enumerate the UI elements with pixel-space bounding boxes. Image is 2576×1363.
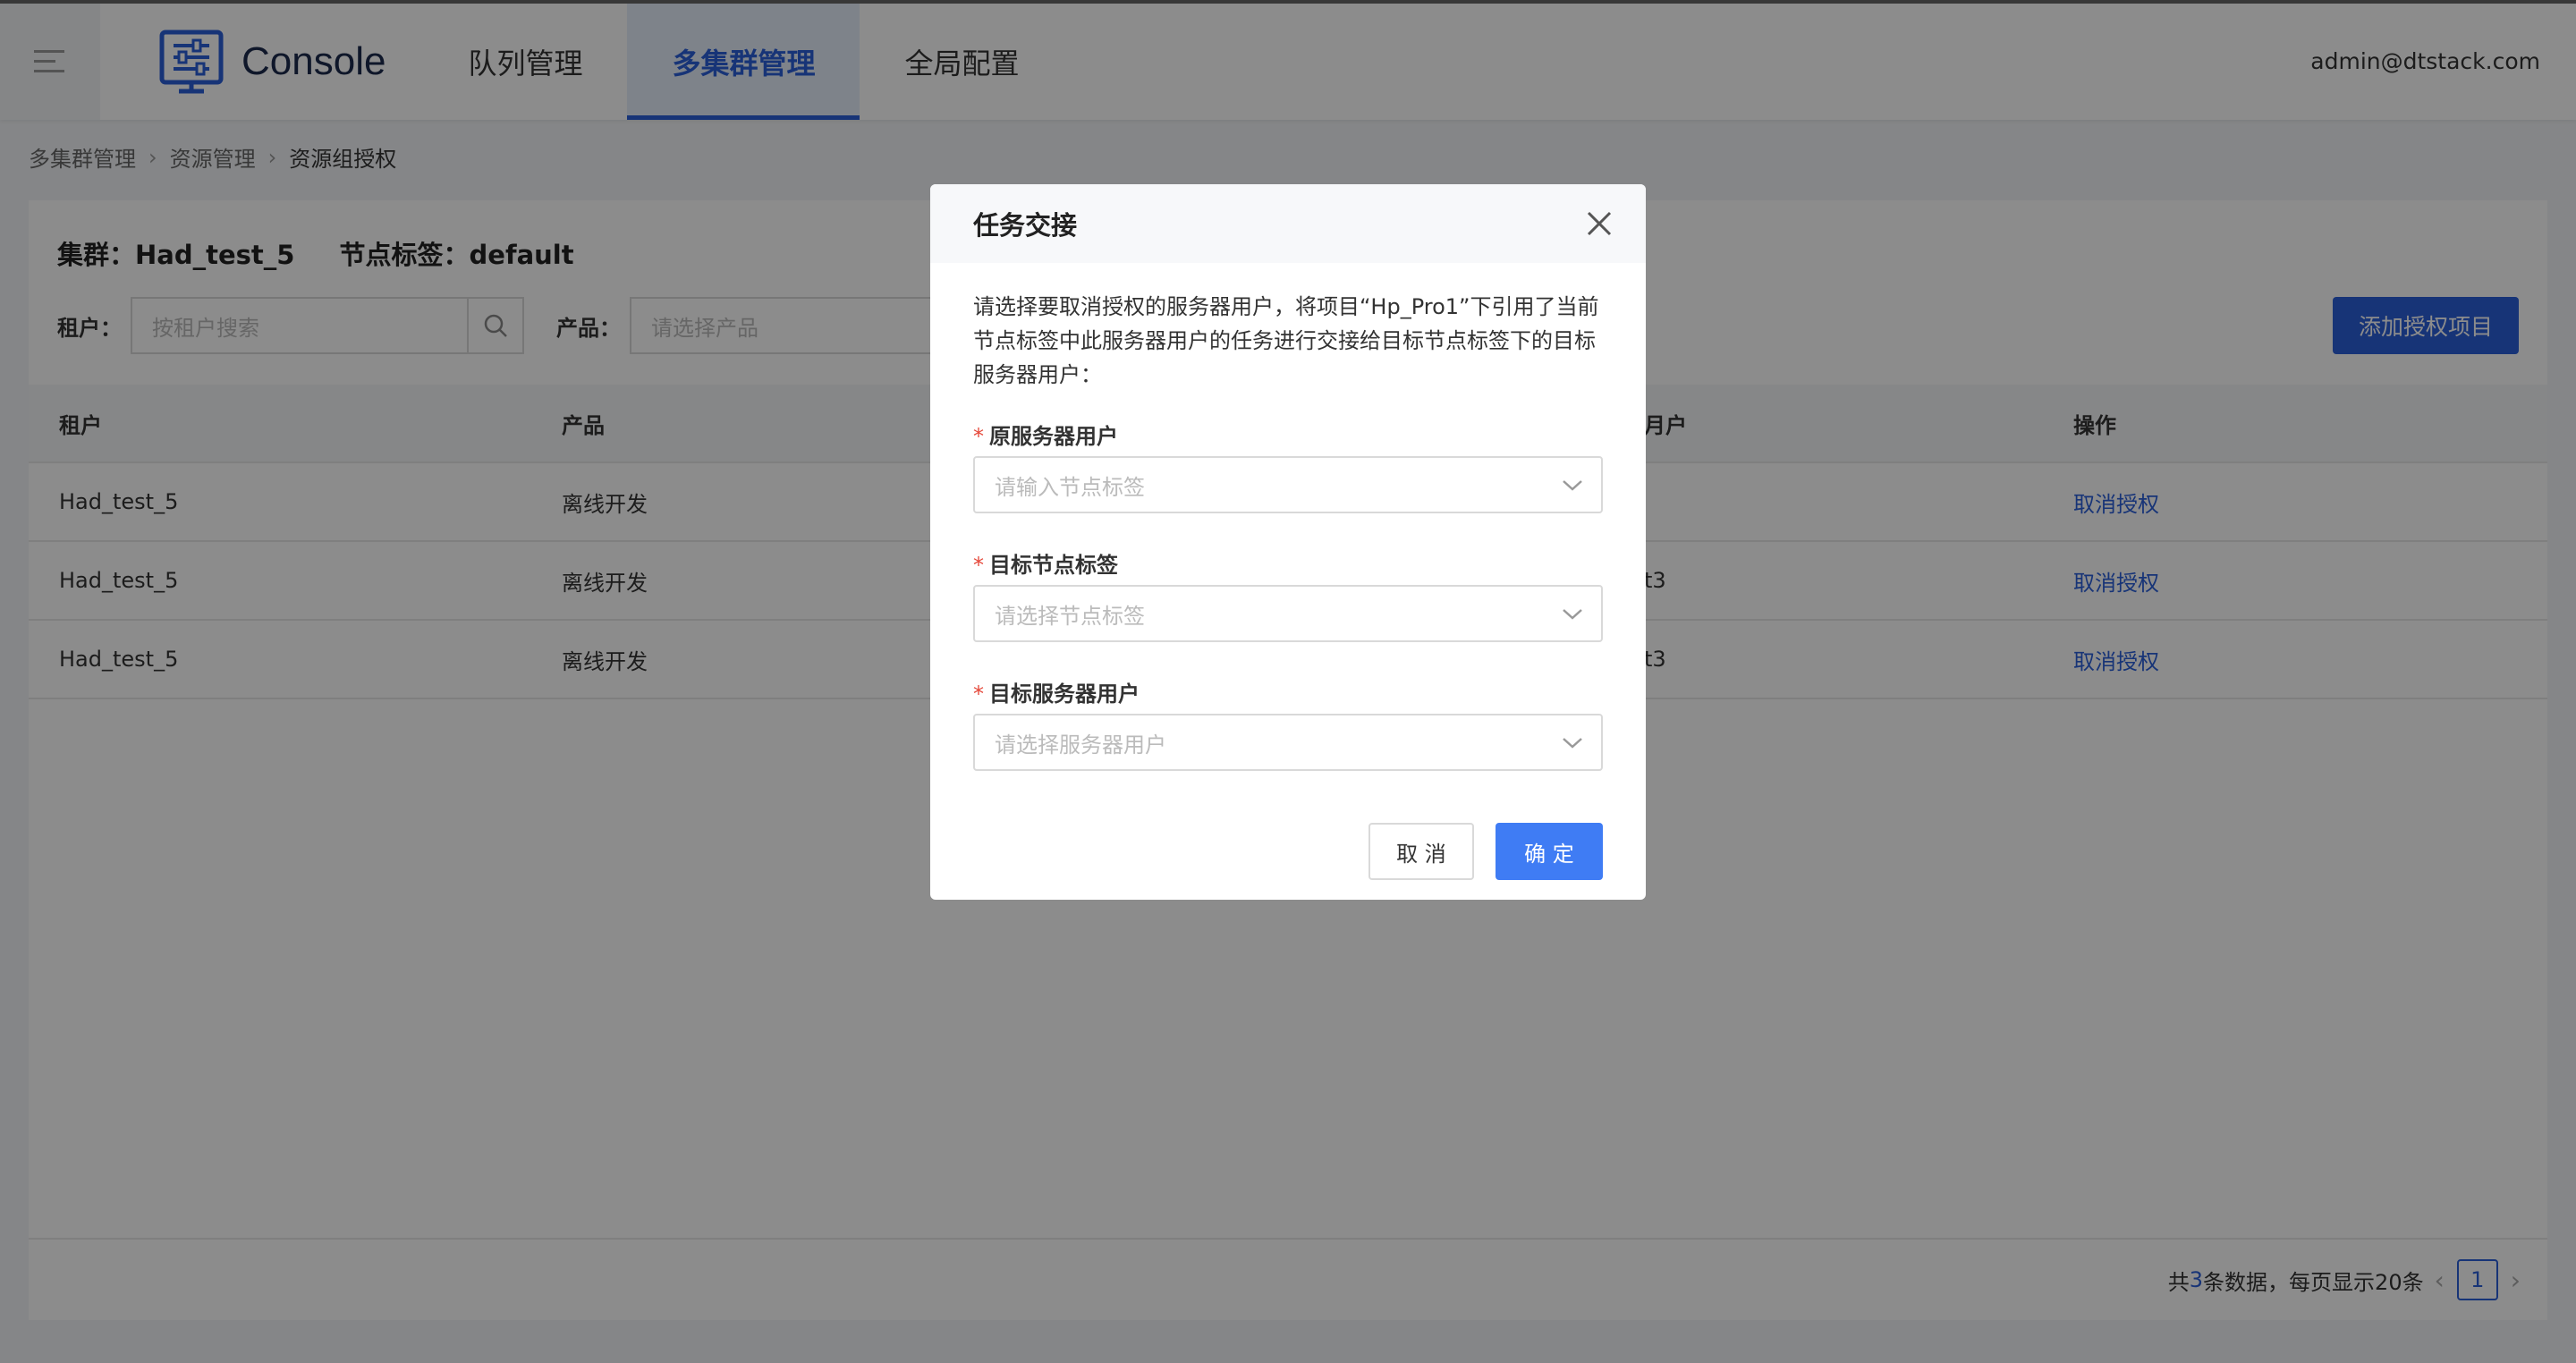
chevron-down-icon [1563,738,1582,749]
confirm-button[interactable]: 确 定 [1496,823,1603,880]
target-user-select[interactable]: 请选择服务器用户 [973,714,1603,771]
required-mark: * [973,553,984,578]
required-mark: * [973,424,984,449]
required-mark: * [973,682,984,707]
target-tag-select[interactable]: 请选择节点标签 [973,585,1603,642]
field-label-target-tag: * 目标节点标签 [973,547,1118,579]
select-placeholder: 请选择服务器用户 [995,732,1166,758]
field-label-text: 目标节点标签 [989,553,1118,578]
field-label-source-user: * 原服务器用户 [973,419,1118,450]
close-button[interactable] [1581,206,1617,241]
modal-description: 请选择要取消授权的服务器用户，将项目“Hp_Pro1”下引用了当前节点标签中此服… [973,294,1599,387]
task-handover-modal: 任务交接 请选择要取消授权的服务器用户，将项目“Hp_Pro1”下引用了当前节点… [930,184,1646,900]
field-label-text: 原服务器用户 [989,424,1118,449]
field-label-text: 目标服务器用户 [989,682,1140,707]
select-placeholder: 请输入节点标签 [995,474,1145,500]
app: Console 队列管理 多集群管理 全局配置 admin@dtstack.co… [0,0,2576,1363]
modal-title: 任务交接 [930,184,1646,263]
field-label-target-user: * 目标服务器用户 [973,676,1140,707]
chevron-down-icon [1563,480,1582,491]
source-user-select[interactable]: 请输入节点标签 [973,456,1603,513]
chevron-down-icon [1563,609,1582,620]
select-placeholder: 请选择节点标签 [995,603,1145,629]
close-icon [1587,211,1612,236]
cancel-button[interactable]: 取 消 [1368,823,1474,880]
